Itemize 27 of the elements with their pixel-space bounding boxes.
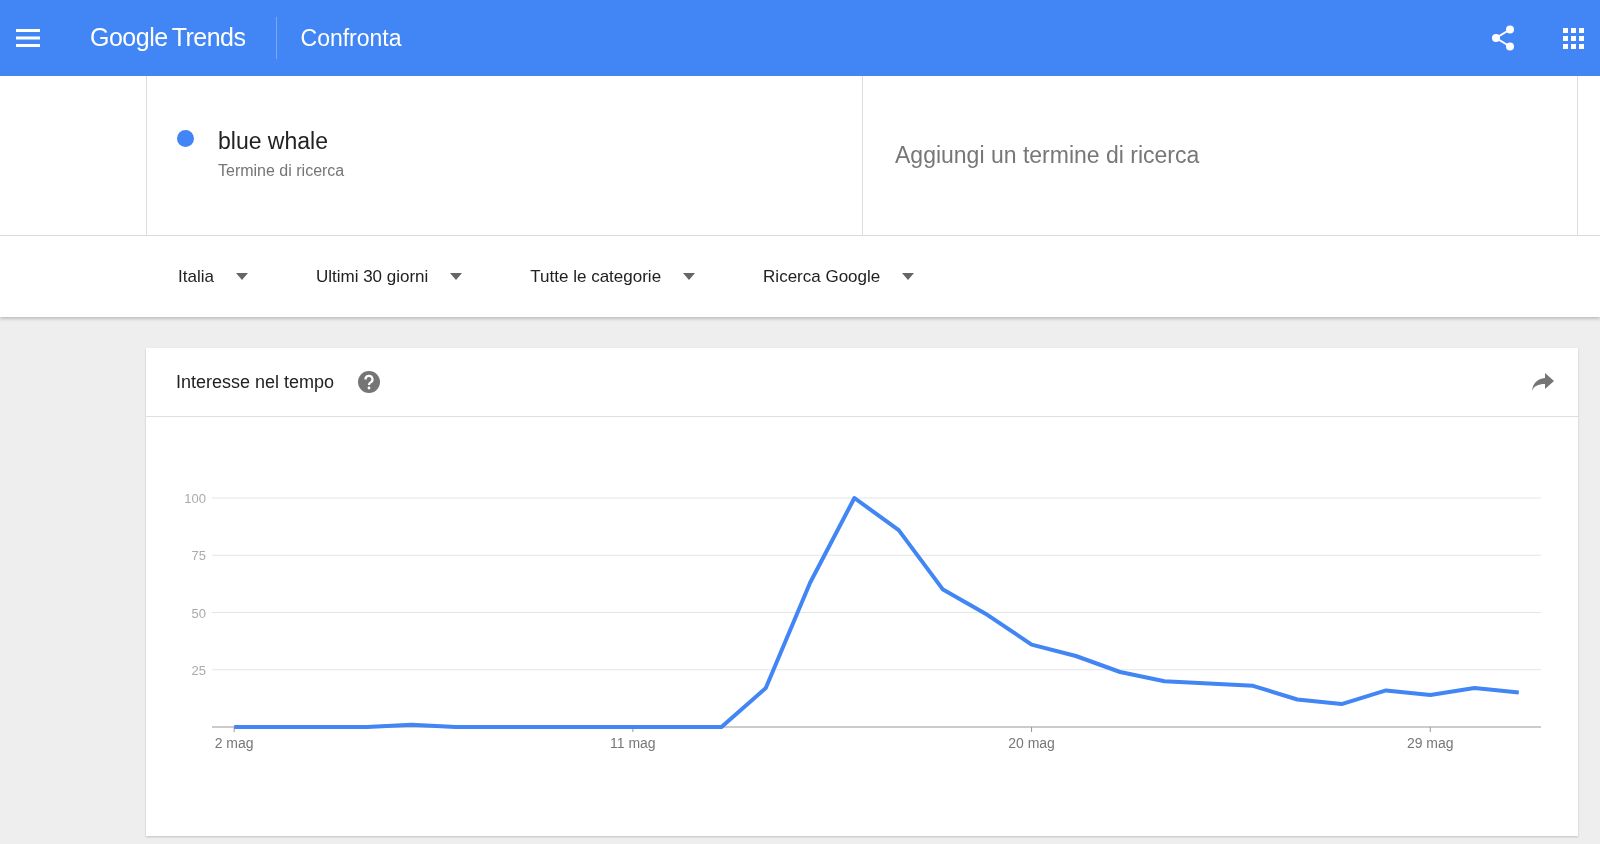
x-axis-label: 20 mag <box>1008 735 1055 751</box>
search-term-field[interactable]: Aggiungi un termine di ricerca <box>893 137 1577 174</box>
apps-icon[interactable] <box>1563 27 1584 49</box>
caret-icon <box>683 273 696 280</box>
search-term: blue whale <box>218 127 328 156</box>
x-axis-label: 29 mag <box>1406 735 1454 751</box>
caret-icon <box>902 273 915 280</box>
logo[interactable]: Google Trends <box>90 19 246 57</box>
term-type: Termine di ricerca <box>218 160 345 181</box>
help-icon[interactable] <box>358 371 381 393</box>
filter-dropdown[interactable]: Ricerca Google <box>763 263 915 290</box>
caret-icon <box>450 273 463 280</box>
y-axis-label: 75 <box>191 548 206 564</box>
share-arrow-icon[interactable] <box>1532 373 1554 391</box>
menu-icon[interactable] <box>16 29 40 47</box>
share-icon[interactable] <box>1491 25 1515 51</box>
card-title: Interesse nel tempo <box>176 370 335 394</box>
filter-dropdown[interactable]: Ultimi 30 giorni <box>315 263 463 290</box>
y-axis-label: 25 <box>191 662 206 678</box>
page-title: Confronta <box>300 23 402 53</box>
filter-dropdown[interactable]: Tutte le categorie <box>530 263 696 290</box>
caret-icon <box>235 273 248 280</box>
x-axis-label: 11 mag <box>610 735 656 751</box>
filter-dropdown[interactable]: Italia <box>178 263 248 290</box>
y-axis-label: 100 <box>184 491 206 506</box>
y-axis-label: 50 <box>191 605 206 621</box>
x-axis-label: 2 mag <box>214 735 254 751</box>
